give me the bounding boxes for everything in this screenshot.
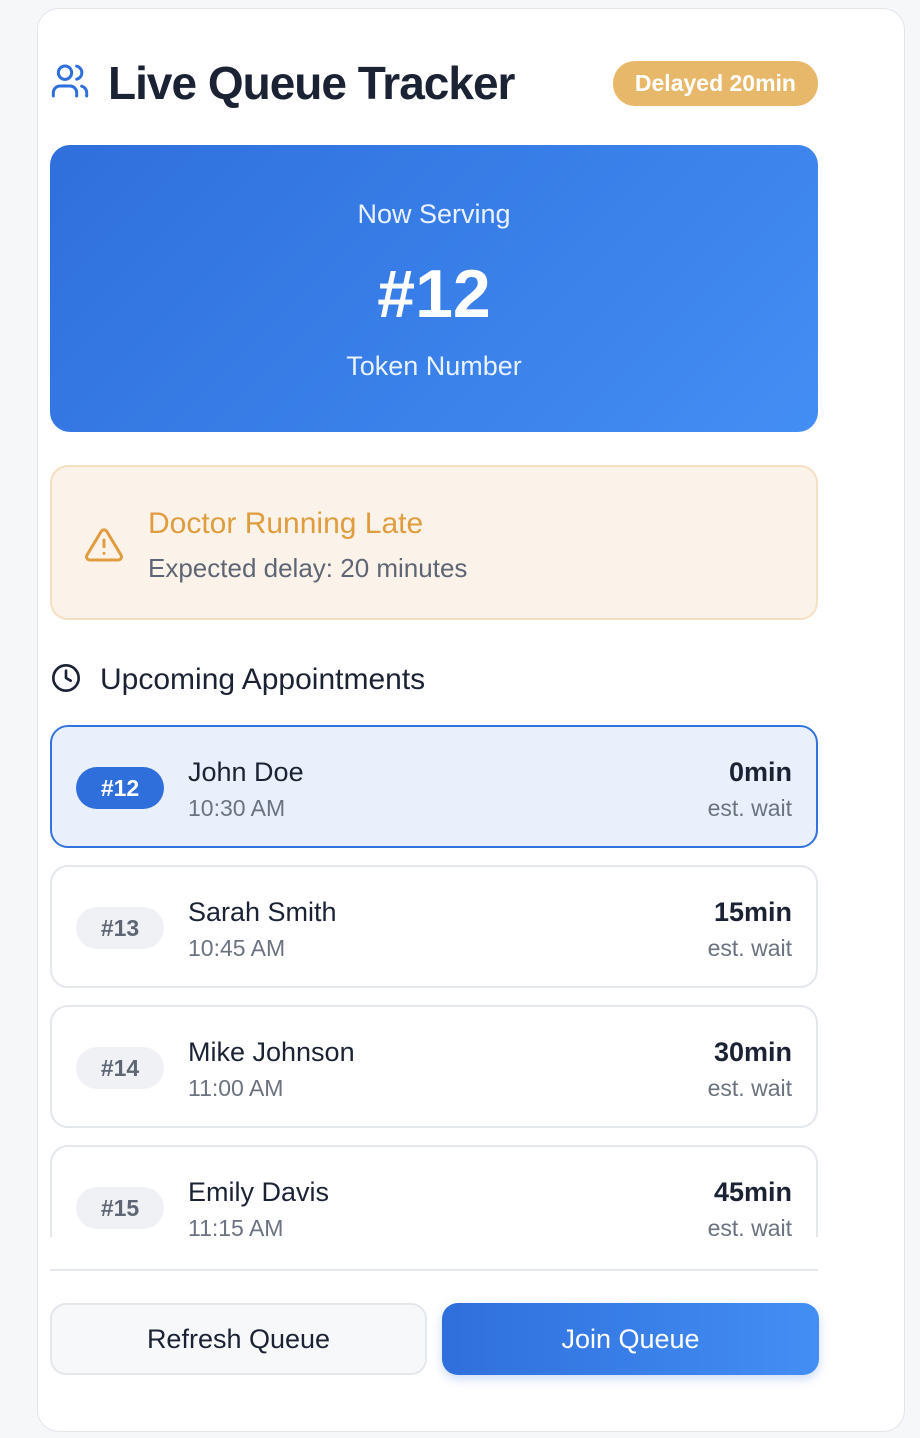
warning-triangle-icon (84, 525, 124, 570)
token-number-label: Token Number (346, 351, 522, 381)
title-wrap: Live Queue Tracker (50, 56, 515, 110)
now-serving-label: Now Serving (357, 199, 511, 229)
users-icon (50, 61, 90, 106)
alert-title: Doctor Running Late (148, 507, 424, 540)
token-badge: #15 (76, 1187, 164, 1229)
appointment-time: 11:00 AM (188, 1075, 284, 1101)
upcoming-title: Upcoming Appointments (100, 663, 426, 696)
token-badge: #14 (76, 1047, 164, 1089)
patient-name: John Doe (188, 757, 304, 787)
patient-name: Mike Johnson (188, 1037, 355, 1067)
token-badge: #12 (76, 767, 164, 809)
refresh-queue-button[interactable]: Refresh Queue (50, 1303, 427, 1375)
wait-time: 45min (713, 1177, 792, 1207)
page-title: Live Queue Tracker (108, 57, 515, 109)
delay-alert: Doctor Running Late Expected delay: 20 m… (50, 465, 818, 620)
header: Live Queue Tracker Delayed 20min (50, 50, 818, 116)
appointment-row[interactable]: #14 Mike Johnson 11:00 AM 30min est. wai… (50, 1005, 818, 1128)
appointment-row[interactable]: #13 Sarah Smith 10:45 AM 15min est. wait (50, 865, 818, 988)
now-serving-panel: Now Serving #12 Token Number (50, 145, 818, 432)
status-badge: Delayed 20min (612, 60, 818, 106)
token-badge: #13 (76, 907, 164, 949)
patient-name: Sarah Smith (188, 897, 337, 927)
divider (50, 1269, 818, 1271)
join-queue-button[interactable]: Join Queue (442, 1303, 819, 1375)
patient-name: Emily Davis (188, 1177, 330, 1207)
appointment-list[interactable]: #12 John Doe 10:30 AM 0min est. wait #13… (50, 725, 818, 1237)
appointment-time: 10:45 AM (188, 935, 286, 961)
appointment-row[interactable]: #15 Emily Davis 11:15 AM 45min est. wait (50, 1145, 818, 1237)
appointment-time: 11:15 AM (188, 1215, 284, 1237)
wait-label: est. wait (707, 795, 792, 821)
alert-message: Expected delay: 20 minutes (148, 553, 468, 583)
wait-label: est. wait (707, 1075, 792, 1101)
upcoming-header: Upcoming Appointments (50, 660, 425, 700)
appointment-row[interactable]: #12 John Doe 10:30 AM 0min est. wait (50, 725, 818, 848)
wait-time: 30min (713, 1037, 792, 1067)
wait-label: est. wait (707, 1215, 792, 1237)
appointment-time: 10:30 AM (188, 795, 286, 821)
now-serving-number: #12 (377, 256, 491, 332)
wait-label: est. wait (707, 935, 792, 961)
wait-time: 0min (728, 757, 792, 787)
clock-icon (50, 662, 82, 699)
wait-time: 15min (713, 897, 792, 927)
